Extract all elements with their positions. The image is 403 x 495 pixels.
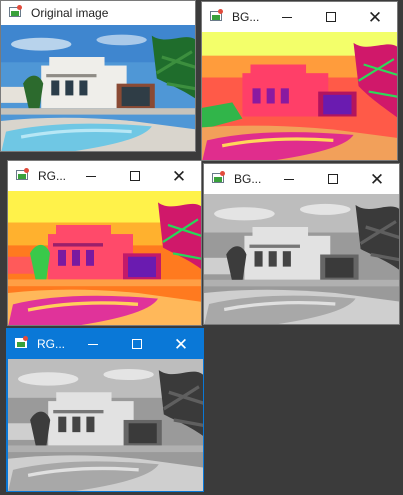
close-icon[interactable]: ✕ — [157, 161, 201, 191]
window-title: Original image — [31, 6, 109, 20]
image-view-original — [1, 25, 196, 152]
minimize-icon[interactable] — [267, 164, 311, 194]
minimize-icon[interactable] — [71, 329, 115, 359]
image-view-rg2 — [8, 359, 204, 492]
app-icon — [15, 336, 31, 352]
image-view-rg1 — [8, 191, 202, 326]
window-controls: ✕ — [71, 329, 203, 359]
window-original[interactable]: Original image — [0, 0, 196, 152]
maximize-icon[interactable] — [113, 161, 157, 191]
window-title: RG... — [38, 169, 67, 183]
window-bg2[interactable]: BG... ✕ — [203, 163, 400, 325]
window-rg2[interactable]: RG... ✕ — [6, 328, 204, 492]
app-icon — [9, 5, 25, 21]
maximize-icon[interactable] — [309, 2, 353, 32]
minimize-icon[interactable] — [69, 161, 113, 191]
window-bg1[interactable]: BG... ✕ — [201, 1, 398, 161]
close-icon[interactable]: ✕ — [159, 329, 203, 359]
window-title: RG... — [37, 337, 66, 351]
app-icon — [212, 171, 228, 187]
window-rg1[interactable]: RG... ✕ — [7, 160, 202, 326]
titlebar-rg1[interactable]: RG... ✕ — [8, 161, 201, 191]
titlebar-rg2[interactable]: RG... ✕ — [7, 329, 203, 359]
window-controls: ✕ — [265, 2, 397, 32]
image-view-bg1 — [202, 32, 398, 161]
minimize-icon[interactable] — [265, 2, 309, 32]
window-title: BG... — [232, 10, 260, 24]
window-controls: ✕ — [267, 164, 399, 194]
maximize-icon[interactable] — [311, 164, 355, 194]
maximize-icon[interactable] — [115, 329, 159, 359]
app-icon — [16, 168, 32, 184]
titlebar-original[interactable]: Original image — [1, 1, 195, 25]
close-icon[interactable]: ✕ — [355, 164, 399, 194]
close-icon[interactable]: ✕ — [353, 2, 397, 32]
image-view-bg2 — [204, 194, 400, 325]
window-controls: ✕ — [69, 161, 201, 191]
window-title: BG... — [234, 172, 262, 186]
titlebar-bg2[interactable]: BG... ✕ — [204, 164, 399, 194]
app-icon — [210, 9, 226, 25]
titlebar-bg1[interactable]: BG... ✕ — [202, 2, 397, 32]
